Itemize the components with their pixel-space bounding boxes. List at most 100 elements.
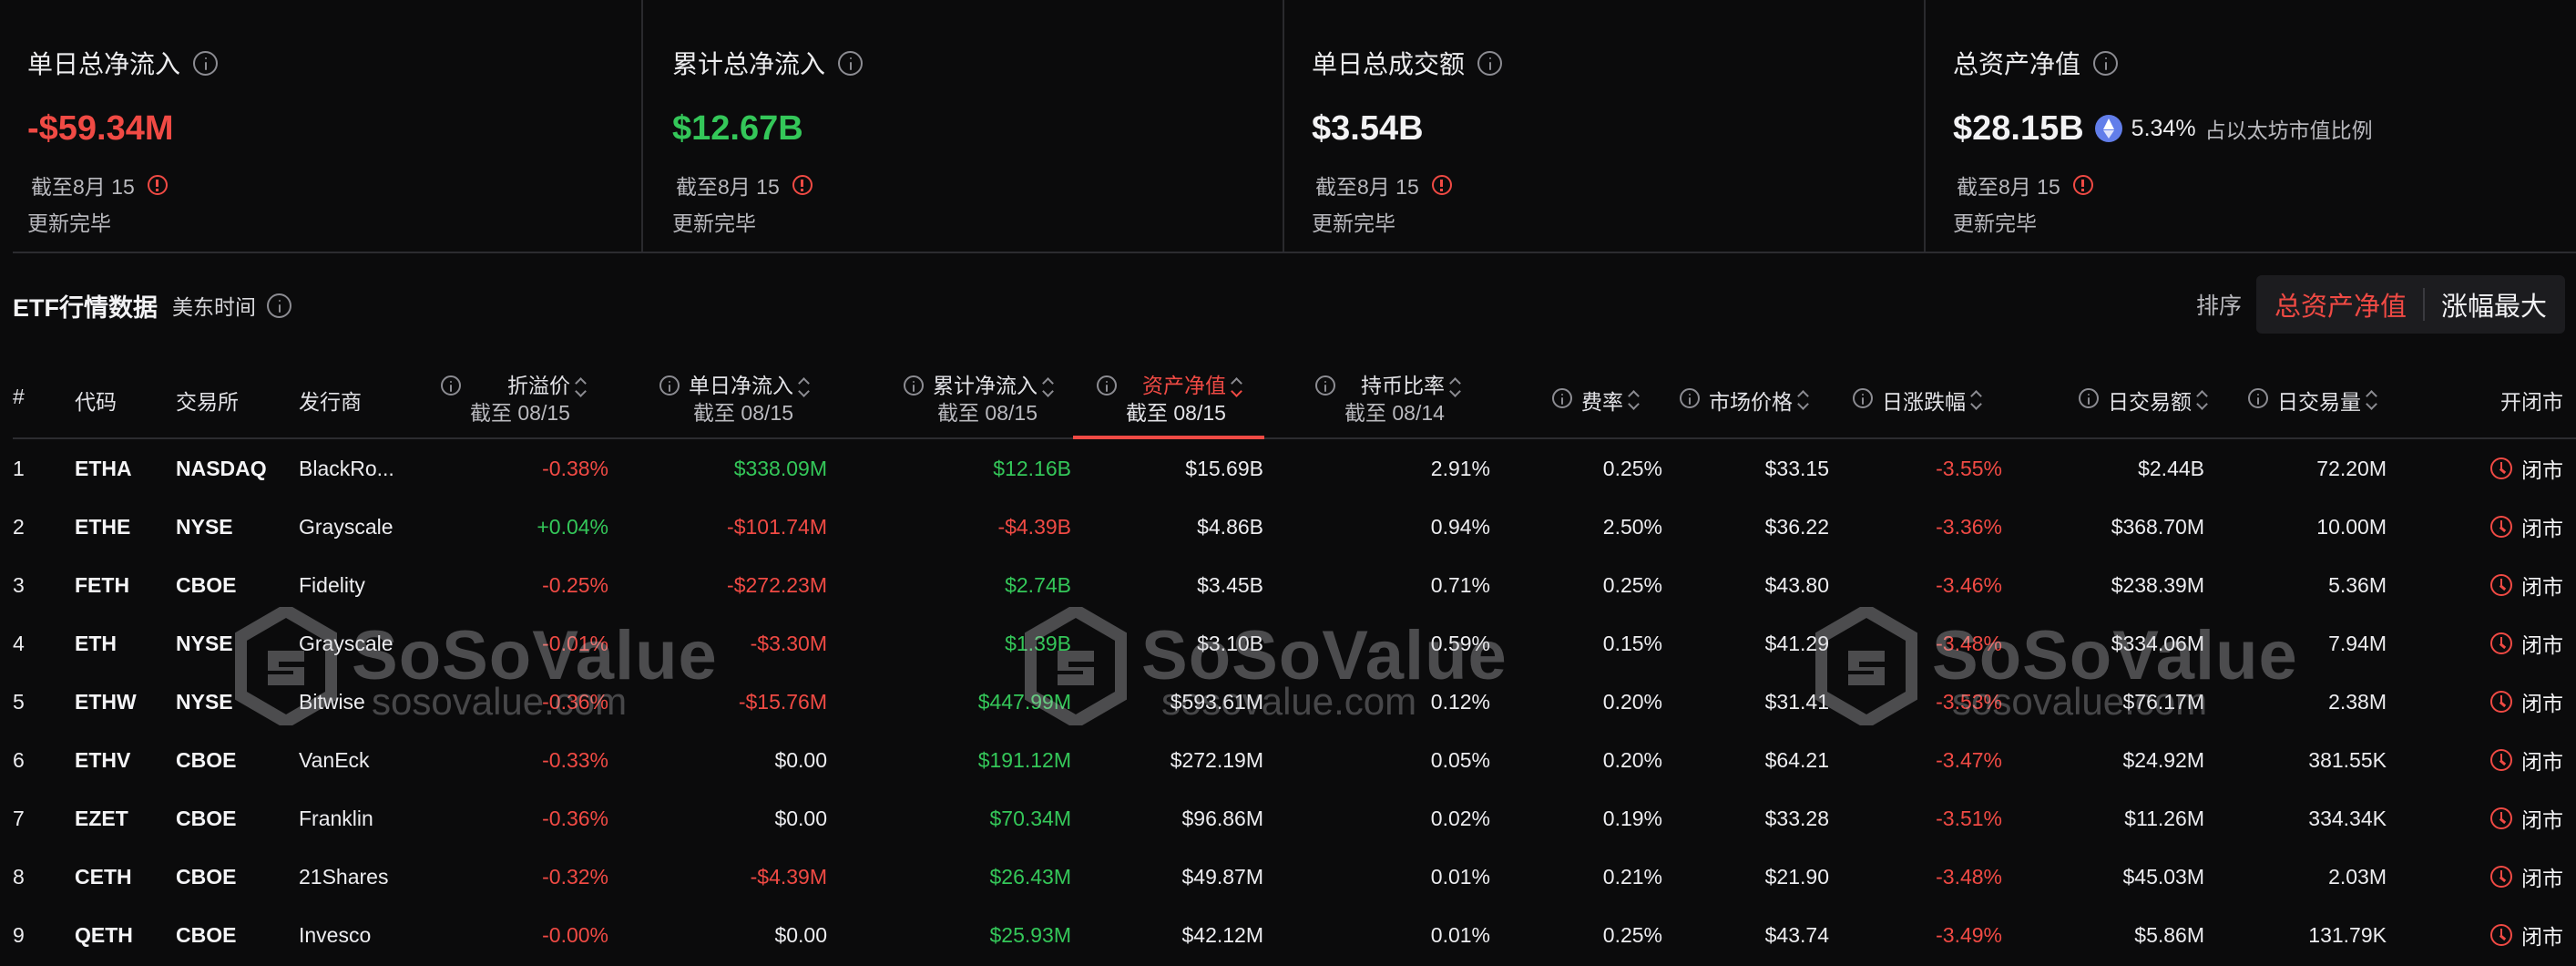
sort-arrows-icon[interactable] [1232, 377, 1242, 397]
column-premium[interactable]: 折溢价 截至 08/15 [441, 372, 587, 426]
cell-code[interactable]: ETHE [75, 498, 130, 556]
market-status-label: 闭市 [2521, 867, 2563, 890]
table-row[interactable]: 9 QETH CBOE Invesco -0.00% $0.00 $25.93M $42.12… [13, 906, 2576, 964]
stat-date: 截至8月 15 [31, 175, 135, 199]
column-price[interactable]: 市场价格 [1680, 385, 1809, 416]
alert-icon[interactable] [2072, 175, 2093, 195]
cell-premium: -0.01% [542, 632, 608, 655]
cell-nav: $4.86B [1197, 515, 1263, 539]
sort-arrows-icon[interactable] [576, 377, 587, 397]
cell-cum-inflow: $1.39B [1005, 632, 1071, 655]
cell-nav: $15.69B [1185, 457, 1263, 480]
table-row[interactable]: 5 ETHW NYSE Bitwise -0.36% -$15.76M $447.99M $5… [13, 673, 2576, 731]
table-row[interactable]: 7 EZET CBOE Franklin -0.36% $0.00 $70.34M $96.8… [13, 789, 2576, 848]
cell-exchange: NYSE [176, 515, 233, 539]
info-icon[interactable] [2248, 388, 2268, 408]
cell-code[interactable]: ETHV [75, 731, 130, 789]
column-volume-shares[interactable]: 日交易量 [2248, 385, 2377, 416]
info-icon[interactable] [2079, 388, 2099, 408]
sort-arrows-icon[interactable] [2197, 390, 2208, 410]
stat-value: $28.15B [1953, 108, 2084, 148]
sort-option-nav[interactable]: 总资产净值 [2271, 285, 2410, 324]
sort-arrows-icon[interactable] [1971, 390, 1982, 410]
sort-arrows-icon[interactable] [1798, 390, 1809, 410]
stat-title: 单日总成交额 [1312, 50, 1466, 78]
cell-exchange: NYSE [176, 632, 233, 655]
info-icon[interactable] [1097, 375, 1117, 396]
cell-cum-inflow: $26.43M [989, 865, 1071, 889]
clock-icon [2490, 516, 2512, 538]
divider [2422, 288, 2425, 321]
cell-idx: 5 [13, 690, 25, 714]
table-row[interactable]: 8 CETH CBOE 21Shares -0.32% -$4.39M $26.43M $49… [13, 848, 2576, 906]
info-icon[interactable] [1477, 50, 1503, 76]
alert-icon[interactable] [147, 175, 168, 195]
market-cap-ratio: 5.34% [2131, 115, 2196, 141]
cell-volume-usd: $11.26M [2124, 807, 2204, 830]
table-row[interactable]: 6 ETHV CBOE VanEck -0.33% $0.00 $191.12M $272.1… [13, 731, 2576, 789]
cell-volume-usd: $238.39M [2111, 573, 2204, 597]
info-icon[interactable] [441, 375, 461, 396]
cell-code[interactable]: FETH [75, 556, 129, 614]
info-icon[interactable] [1552, 388, 1572, 408]
sort-label: 排序 [2195, 293, 2242, 319]
info-icon[interactable] [1680, 388, 1700, 408]
cell-premium: -0.38% [542, 457, 608, 480]
sort-arrows-icon[interactable] [1629, 390, 1640, 410]
cell-daily-inflow: $0.00 [774, 807, 827, 830]
cell-exchange: CBOE [176, 573, 237, 597]
cell-exchange: CBOE [176, 807, 237, 830]
cell-code[interactable]: EZET [75, 789, 128, 848]
info-icon[interactable] [1853, 388, 1873, 408]
column-holding-ratio[interactable]: 持币比率 截至 08/14 [1315, 372, 1461, 426]
cell-code[interactable]: QETH [75, 906, 133, 964]
column-change[interactable]: 日涨跌幅 [1853, 385, 1982, 416]
cell-code[interactable]: ETH [75, 614, 117, 673]
column-cumulative-inflow[interactable]: 累计净流入 截至 08/15 [904, 372, 1054, 426]
column-exchange: 交易所 [176, 390, 239, 414]
market-status-label: 闭市 [2521, 692, 2563, 715]
sort-arrows-icon[interactable] [1450, 377, 1461, 397]
info-icon[interactable] [659, 375, 680, 396]
table-row[interactable]: 2 ETHE NYSE Grayscale +0.04% -$101.74M -$4.39B… [13, 498, 2576, 556]
info-icon[interactable] [1315, 375, 1335, 396]
alert-icon[interactable] [792, 175, 813, 195]
column-fee[interactable]: 费率 [1552, 385, 1640, 416]
info-icon[interactable] [904, 375, 924, 396]
info-icon[interactable] [838, 50, 864, 76]
cell-price: $33.15 [1764, 457, 1829, 480]
cell-holding-ratio: 0.12% [1430, 690, 1490, 714]
column-daily-inflow[interactable]: 单日净流入 截至 08/15 [659, 372, 810, 426]
cell-code[interactable]: ETHW [75, 673, 137, 731]
cell-premium: -0.00% [542, 923, 608, 947]
column-volume-usd[interactable]: 日交易额 [2079, 385, 2208, 416]
cell-nav: $272.19M [1170, 748, 1263, 772]
sort-option-top-gainers[interactable]: 涨幅最大 [2438, 285, 2550, 324]
cell-holding-ratio: 0.05% [1430, 748, 1490, 772]
sort-arrows-icon[interactable] [1043, 377, 1054, 397]
column-market-status: 开闭市 [2500, 390, 2563, 414]
info-icon[interactable] [193, 50, 219, 76]
sort-arrows-icon[interactable] [799, 377, 810, 397]
etf-table-body: 1 ETHA NASDAQ BlackRo... -0.38% $338.09M $12.1… [13, 439, 2576, 964]
market-status-label: 闭市 [2521, 517, 2563, 540]
cell-idx: 9 [13, 923, 25, 947]
cell-price: $36.22 [1764, 515, 1829, 539]
cell-price: $43.80 [1764, 573, 1829, 597]
column-nav[interactable]: 资产净值 截至 08/15 [1097, 372, 1242, 426]
alert-icon[interactable] [1431, 175, 1452, 195]
market-status-label: 闭市 [2521, 633, 2563, 657]
cell-exchange: CBOE [176, 748, 237, 772]
cell-daily-inflow: -$15.76M [738, 690, 827, 714]
table-row[interactable]: 3 FETH CBOE Fidelity -0.25% -$272.23M $2.74B $3… [13, 556, 2576, 614]
table-header: # 代码 交易所 发行商 折溢价 截至 08/15 单日净流入 截至 08/15 累… [13, 365, 2576, 439]
info-icon[interactable] [2093, 50, 2119, 76]
cell-nav: $42.12M [1181, 923, 1263, 947]
sort-arrows-icon[interactable] [2366, 390, 2377, 410]
cell-code[interactable]: ETHA [75, 439, 132, 498]
table-row[interactable]: 4 ETH NYSE Grayscale -0.01% -$3.30M $1.39B $3.1… [13, 614, 2576, 673]
table-row[interactable]: 1 ETHA NASDAQ BlackRo... -0.38% $338.09M $12.1… [13, 439, 2576, 498]
cell-code[interactable]: CETH [75, 848, 132, 906]
column-sub: 截至 08/15 [937, 401, 1038, 425]
info-icon[interactable] [267, 293, 291, 318]
